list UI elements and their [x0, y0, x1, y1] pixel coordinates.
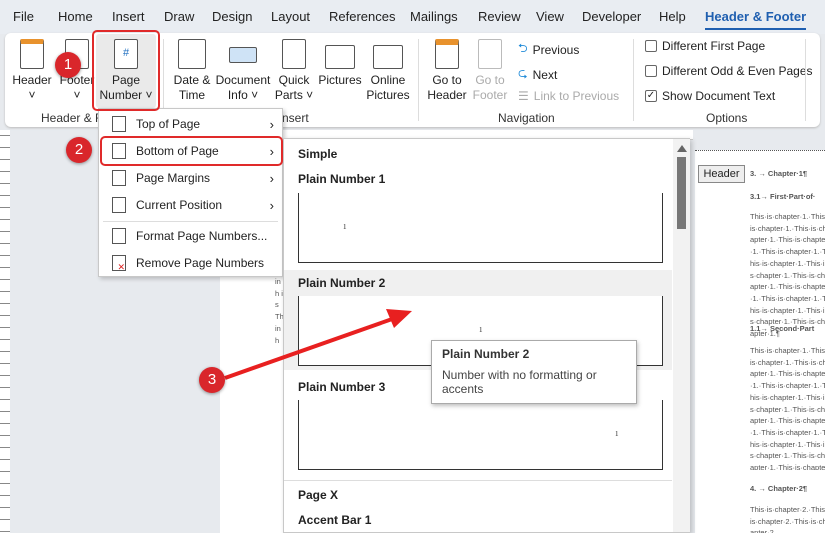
arrow-line [224, 316, 396, 380]
annotation-step-3: 3 [199, 367, 225, 393]
annotation-step-2: 2 [66, 137, 92, 163]
annotation-step-1: 1 [55, 52, 81, 78]
annotation-arrow [224, 309, 412, 380]
